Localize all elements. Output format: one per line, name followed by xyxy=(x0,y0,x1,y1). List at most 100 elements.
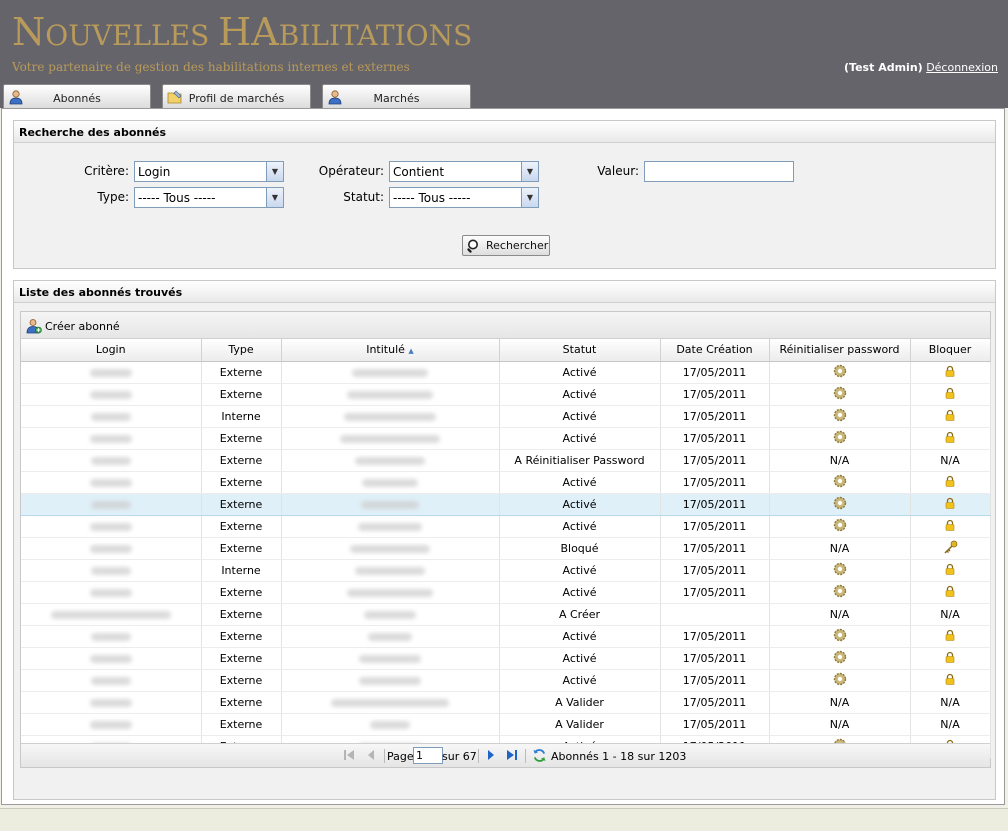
reset-password-icon[interactable] xyxy=(833,628,847,645)
lock-icon[interactable] xyxy=(944,563,956,578)
redacted-login xyxy=(50,610,171,619)
cell-reinitialiser-password[interactable] xyxy=(769,492,911,516)
lock-icon[interactable] xyxy=(944,497,956,512)
key-icon[interactable] xyxy=(942,540,958,557)
cell-bloquer[interactable] xyxy=(910,625,991,648)
column-header-statut[interactable]: Statut xyxy=(499,339,661,362)
operateur-select[interactable]: Contient ▼ xyxy=(389,161,539,182)
table-row[interactable]: Externe Activé17/05/2011 xyxy=(21,427,991,450)
column-header-reinitialiser-password[interactable]: Réinitialiser password xyxy=(769,339,911,362)
lock-icon[interactable] xyxy=(944,673,956,688)
reset-password-icon[interactable] xyxy=(833,672,847,689)
cell-reinitialiser-password[interactable] xyxy=(769,471,911,494)
cell-reinitialiser-password[interactable] xyxy=(769,647,911,670)
reset-password-icon[interactable] xyxy=(833,408,847,425)
lock-icon[interactable] xyxy=(944,365,956,380)
lock-icon[interactable] xyxy=(944,629,956,644)
lock-icon[interactable] xyxy=(944,387,956,402)
table-row[interactable]: Externe Activé17/05/2011 xyxy=(21,361,991,384)
pager-separator xyxy=(384,749,385,763)
table-row[interactable]: Externe Bloqué 17/05/2011 N/A xyxy=(21,537,991,560)
cell-type: Externe xyxy=(201,515,282,538)
column-header-date-creation[interactable]: Date Création xyxy=(660,339,770,362)
cell-type: Externe xyxy=(201,492,282,516)
first-page-icon[interactable] xyxy=(343,749,355,764)
table-row[interactable]: Interne Activé 17/05/2011 xyxy=(21,559,991,582)
cell-reinitialiser-password: N/A xyxy=(769,537,911,560)
cell-reinitialiser-password[interactable] xyxy=(769,383,911,406)
next-page-icon[interactable] xyxy=(485,749,497,764)
table-row[interactable]: Externe Activé17/05/2011 xyxy=(21,625,991,648)
type-select[interactable]: ----- Tous ----- ▼ xyxy=(134,187,284,208)
table-row[interactable]: Interne Activé 17/05/2011 xyxy=(21,405,991,428)
cell-bloquer[interactable] xyxy=(910,537,991,560)
previous-page-icon[interactable] xyxy=(365,749,377,764)
table-row[interactable]: Externe A Valider 17/05/2011 N/A N/A xyxy=(21,691,991,714)
table-row[interactable]: Externe Activé17/05/2011 xyxy=(21,471,991,494)
lock-icon[interactable] xyxy=(944,519,956,534)
reset-password-icon[interactable] xyxy=(833,474,847,491)
tab-abonnes[interactable]: Abonnés xyxy=(3,84,151,108)
redacted-intitule xyxy=(370,720,410,729)
valeur-input[interactable] xyxy=(644,161,794,182)
cell-intitule xyxy=(281,405,500,428)
lock-icon[interactable] xyxy=(944,651,956,666)
table-row[interactable]: Externe Activé17/05/2011 xyxy=(21,492,991,516)
table-row[interactable]: Externe Activé17/05/2011 xyxy=(21,383,991,406)
critere-select[interactable]: Login ▼ xyxy=(134,161,284,182)
table-row[interactable]: Externe A Créer N/A N/A xyxy=(21,603,991,626)
lock-icon[interactable] xyxy=(944,475,956,490)
cell-bloquer[interactable] xyxy=(910,492,991,516)
cell-bloquer[interactable] xyxy=(910,669,991,692)
logout-link[interactable]: Déconnexion xyxy=(926,61,998,74)
last-page-icon[interactable] xyxy=(506,749,518,764)
reset-password-icon[interactable] xyxy=(833,650,847,667)
cell-bloquer[interactable] xyxy=(910,647,991,670)
cell-bloquer[interactable] xyxy=(910,559,991,582)
statut-select[interactable]: ----- Tous ----- ▼ xyxy=(389,187,539,208)
cell-reinitialiser-password[interactable] xyxy=(769,515,911,538)
reset-password-icon[interactable] xyxy=(833,386,847,403)
cell-bloquer[interactable] xyxy=(910,581,991,604)
table-row[interactable]: Externe A Valider 17/05/2011 N/A N/A xyxy=(21,713,991,736)
reset-password-icon[interactable] xyxy=(833,518,847,535)
lock-icon[interactable] xyxy=(944,585,956,600)
column-header-login[interactable]: Login xyxy=(21,339,202,362)
reset-password-icon[interactable] xyxy=(833,430,847,447)
cell-reinitialiser-password[interactable] xyxy=(769,625,911,648)
page-number-input[interactable] xyxy=(413,747,443,764)
table-row[interactable]: Externe Activé17/05/2011 xyxy=(21,647,991,670)
cell-reinitialiser-password[interactable] xyxy=(769,669,911,692)
cell-bloquer[interactable] xyxy=(910,405,991,428)
column-header-bloquer[interactable]: Bloquer xyxy=(910,339,991,362)
tab-marches[interactable]: Marchés xyxy=(322,84,471,108)
create-abonne-button[interactable]: Créer abonné xyxy=(26,318,120,334)
tab-profil-marches[interactable]: Profil de marchés xyxy=(162,84,311,108)
lock-icon[interactable] xyxy=(944,431,956,446)
cell-bloquer[interactable] xyxy=(910,515,991,538)
lock-icon[interactable] xyxy=(944,409,956,424)
reset-password-icon[interactable] xyxy=(833,584,847,601)
search-button[interactable]: Rechercher xyxy=(462,235,550,256)
column-header-intitule[interactable]: Intitulé ▲ xyxy=(281,339,500,362)
table-row[interactable]: Externe Activé17/05/2011 xyxy=(21,515,991,538)
cell-reinitialiser-password[interactable] xyxy=(769,581,911,604)
column-header-label: Intitulé xyxy=(366,343,405,357)
cell-bloquer[interactable] xyxy=(910,383,991,406)
column-header-type[interactable]: Type xyxy=(201,339,282,362)
table-row[interactable]: Externe Activé17/05/2011 xyxy=(21,581,991,604)
cell-reinitialiser-password[interactable] xyxy=(769,361,911,384)
reset-password-icon[interactable] xyxy=(833,364,847,381)
reset-password-icon[interactable] xyxy=(833,562,847,579)
cell-bloquer[interactable] xyxy=(910,361,991,384)
table-row[interactable]: Externe Activé17/05/2011 xyxy=(21,669,991,692)
reset-password-icon[interactable] xyxy=(833,496,847,513)
cell-bloquer[interactable] xyxy=(910,471,991,494)
cell-reinitialiser-password[interactable] xyxy=(769,559,911,582)
cell-reinitialiser-password[interactable] xyxy=(769,427,911,450)
redacted-intitule xyxy=(355,566,425,575)
refresh-icon[interactable] xyxy=(532,748,547,766)
cell-reinitialiser-password[interactable] xyxy=(769,405,911,428)
cell-bloquer[interactable] xyxy=(910,427,991,450)
table-row[interactable]: Externe A Réinitialiser Password 17/05/201… xyxy=(21,449,991,472)
